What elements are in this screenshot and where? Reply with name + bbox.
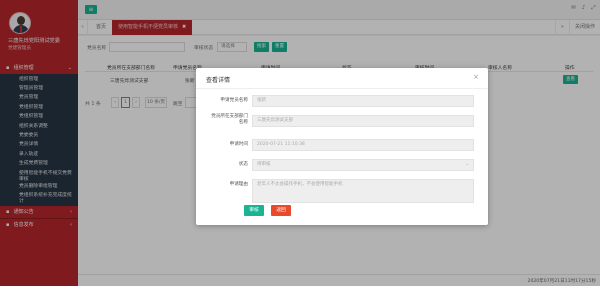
dept-label: 党员所在支部部门名称: [211, 114, 248, 125]
applicant-label: 申请党员名称: [220, 98, 248, 103]
modal-divider: [196, 88, 488, 89]
status-value: 待审核: [257, 162, 271, 167]
reason-label: 申请理由: [229, 182, 248, 187]
back-button[interactable]: 返回: [271, 205, 291, 216]
apply-time-label: 申请时间: [229, 142, 248, 147]
chevron-down-icon: ⌄: [465, 162, 469, 167]
status-label: 状态: [238, 162, 248, 167]
detail-modal: 查看详情 × 申请党员名称 张新 党员所在支部部门名称 三唐先烁测试支部 申请时…: [196, 68, 488, 225]
approve-button[interactable]: 审核: [244, 205, 264, 216]
close-icon[interactable]: ×: [473, 73, 479, 81]
applicant-field[interactable]: 张新: [252, 95, 474, 107]
dept-field[interactable]: 三唐先烁测试支部: [252, 115, 474, 127]
apply-time-field[interactable]: 2020-07-21 11:10:38: [252, 139, 474, 151]
reason-textarea[interactable]: 老年人不太会操作手机，不会使用智能手机: [252, 179, 474, 203]
status-select[interactable]: 待审核 ⌄: [252, 159, 474, 171]
modal-title: 查看详情: [206, 77, 231, 84]
